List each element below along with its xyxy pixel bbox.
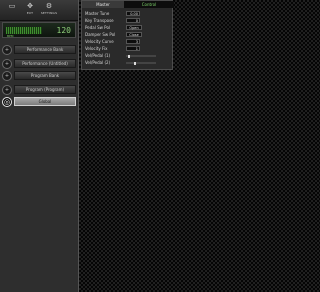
param-label: Vel/Pedal (1): [85, 53, 111, 58]
program-bank-button[interactable]: Program Bank: [14, 71, 76, 80]
toolbar: ▭ ✥ EXT ⚙ SETTINGS: [0, 0, 78, 21]
param-select[interactable]: Open: [126, 25, 142, 30]
tempo-display: BPM 120: [2, 22, 76, 38]
param-row: Velocity Curve 3: [82, 39, 174, 45]
settings-button-label: SETTINGS: [40, 11, 58, 15]
settings-button[interactable]: ⚙ SETTINGS: [38, 1, 60, 19]
param-select[interactable]: Close: [126, 32, 142, 37]
param-row: Pedal Sw Pol Open: [82, 25, 174, 31]
tab-control[interactable]: Control: [124, 1, 174, 8]
level-meter: [6, 27, 42, 34]
param-slider[interactable]: [126, 62, 156, 65]
ext-button[interactable]: ✥ EXT: [22, 1, 38, 19]
expand-icon[interactable]: +: [2, 71, 12, 81]
expand-icon[interactable]: +: [2, 85, 12, 95]
nav-item-program-bank: + Program Bank: [0, 70, 78, 83]
param-label: Master Tune: [85, 11, 110, 16]
expand-icon[interactable]: +: [2, 45, 12, 55]
param-label: Pedal Sw Pol: [85, 25, 111, 30]
window-button[interactable]: ▭: [4, 1, 20, 19]
param-row: Vel/Pedal (2): [82, 60, 174, 66]
ext-button-label: EXT: [26, 11, 34, 15]
param-value-field[interactable]: 1: [126, 46, 140, 51]
gear-icon: ⚙: [45, 2, 53, 10]
window-icon: ▭: [8, 2, 16, 10]
slider-thumb[interactable]: [128, 55, 130, 58]
global-button[interactable]: Global: [14, 97, 76, 106]
nav-item-performance-bank: + Performance Bank: [0, 44, 78, 57]
param-row: Master Tune 0.00: [82, 11, 174, 17]
param-row: Vel/Pedal (1): [82, 53, 174, 59]
param-row: Damper Sw Pol Close: [82, 32, 174, 38]
param-label: Vel/Pedal (2): [85, 60, 111, 65]
nav-item-global: ◎ Global: [0, 96, 78, 109]
left-panel: ▭ ✥ EXT ⚙ SETTINGS BPM 120 + Performance…: [0, 0, 79, 292]
params-tabs: Master Control: [82, 1, 174, 8]
param-slider[interactable]: [126, 55, 156, 58]
param-row: Key Transpose 0: [82, 18, 174, 24]
param-value-field[interactable]: 0.00: [126, 11, 140, 16]
tempo-tag: BPM: [7, 34, 14, 38]
program-button[interactable]: Program (Program): [14, 85, 76, 94]
param-value-field[interactable]: 3: [126, 39, 140, 44]
tempo-value: 120: [56, 26, 71, 35]
param-value-field[interactable]: 0: [126, 18, 140, 23]
performance-button[interactable]: Performance (Untitled): [14, 59, 76, 68]
global-params-panel: Master Control Master Tune 0.00 Key Tran…: [81, 0, 174, 70]
move-icon: ✥: [27, 2, 33, 10]
performance-bank-button[interactable]: Performance Bank: [14, 45, 76, 54]
expand-icon[interactable]: +: [2, 59, 12, 69]
globe-icon[interactable]: ◎: [2, 97, 12, 107]
tab-master[interactable]: Master: [82, 1, 124, 8]
param-label: Velocity Curve: [85, 39, 114, 44]
param-label: Velocity Fix: [85, 46, 108, 51]
param-label: Key Transpose: [85, 18, 114, 23]
slider-thumb[interactable]: [134, 62, 136, 65]
param-row: Velocity Fix 1: [82, 46, 174, 52]
main-content: Master Control Master Tune 0.00 Key Tran…: [79, 0, 320, 292]
param-label: Damper Sw Pol: [85, 32, 116, 37]
